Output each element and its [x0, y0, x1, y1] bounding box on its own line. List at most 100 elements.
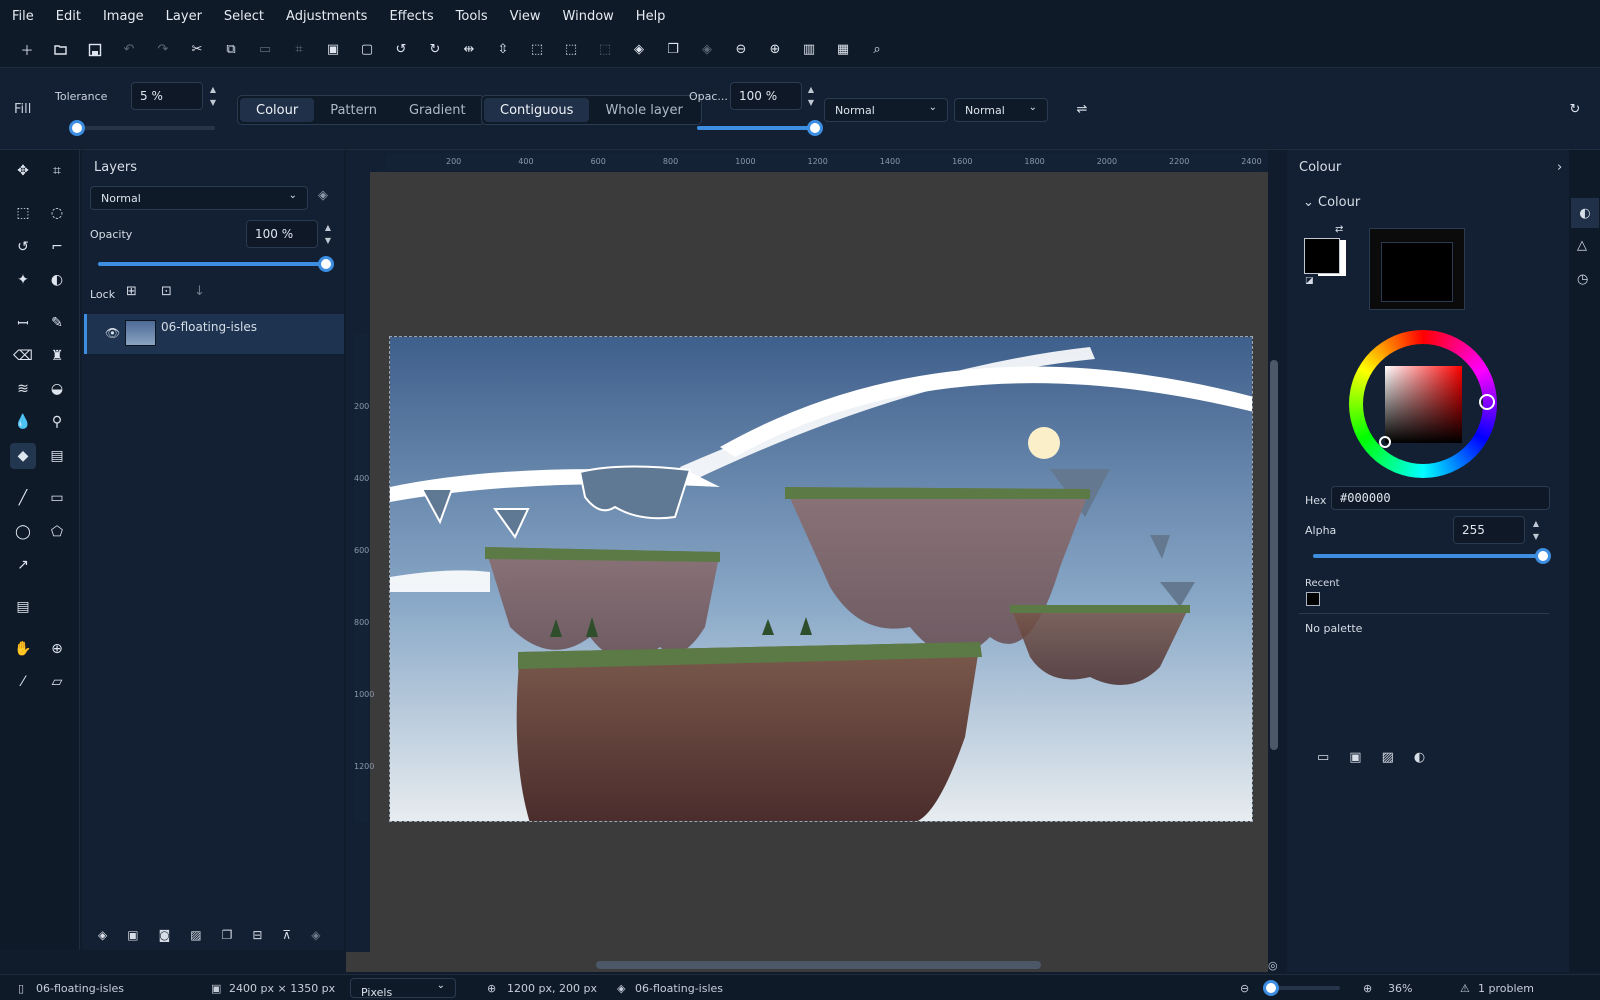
flood-mode-whole-layer[interactable]: Whole layer [589, 98, 698, 122]
colour-picker-icon[interactable]: ⁄ [10, 669, 36, 695]
fill-mode-colour[interactable]: Colour [240, 98, 315, 122]
magic-wand-icon[interactable]: ✦ [10, 267, 36, 293]
alpha-up-icon[interactable]: ▲ [1530, 518, 1542, 530]
tolerance-slider[interactable] [69, 120, 215, 136]
status-problems[interactable]: 1 problem [1478, 982, 1534, 995]
text-tool-icon[interactable]: ▤ [10, 594, 36, 620]
blend-mode-dropdown[interactable]: Normal ⌄ [824, 98, 948, 122]
copy-icon[interactable]: ⧉ [220, 39, 242, 61]
opacity-slider[interactable] [697, 120, 823, 136]
canvas-corner-icon[interactable]: ◎ [1268, 959, 1278, 972]
layer-row[interactable]: 👁 06-floating-isles [84, 314, 344, 354]
rotate-cw-icon[interactable]: ↻ [424, 39, 446, 61]
saturation-value-square[interactable] [1385, 366, 1462, 443]
deselect-icon[interactable]: ⬚ [560, 39, 582, 61]
flatten-icon[interactable]: ⊼ [282, 928, 291, 942]
menu-adjustments[interactable]: Adjustments [286, 9, 367, 24]
menu-layer[interactable]: Layer [166, 9, 202, 24]
fill-mode-gradient[interactable]: Gradient [393, 98, 482, 122]
brush-icon[interactable]: ꟷ [10, 310, 36, 336]
image-canvas[interactable] [389, 336, 1253, 822]
smudge-icon[interactable]: ≋ [10, 376, 36, 402]
tolerance-input[interactable]: 5 % [131, 82, 203, 110]
layer-opacity-slider[interactable] [98, 256, 334, 272]
tolerance-up-icon[interactable]: ▲ [207, 84, 219, 96]
reset-icon[interactable]: ↻ [1564, 98, 1586, 120]
blur-icon[interactable]: 💧 [10, 409, 36, 435]
heal-icon[interactable]: ◒ [44, 376, 70, 402]
menu-window[interactable]: Window [563, 9, 614, 24]
dodge-icon[interactable]: ⚲ [44, 409, 70, 435]
hex-input[interactable]: #000000 [1331, 486, 1550, 510]
lasso-select-icon[interactable]: ◌ [44, 200, 70, 226]
alpha-down-icon[interactable]: ▼ [1530, 531, 1542, 543]
lock-pixels-icon[interactable]: ⊞ [126, 284, 137, 299]
fill-mode-pattern[interactable]: Pattern [314, 98, 393, 122]
actual-size-icon[interactable]: ▥ [798, 39, 820, 61]
zoom-out-icon[interactable]: ⊖ [730, 39, 752, 61]
colour-section-header[interactable]: ⌄ Colour [1303, 195, 1360, 210]
zoom-out-status-icon[interactable]: ⊖ [1240, 982, 1249, 995]
layer-duplicate-icon[interactable]: ❐ [662, 39, 684, 61]
resize-canvas-icon[interactable]: ▢ [356, 39, 378, 61]
layer-merge-icon[interactable]: ◈ [696, 39, 718, 61]
alpha-input[interactable]: 255 [1453, 516, 1525, 544]
adjustments-tab-icon[interactable]: △ [1577, 238, 1587, 253]
add-mask-icon[interactable]: ◙ [159, 928, 171, 942]
palette-from-image-icon[interactable]: ▨ [1382, 750, 1394, 765]
tolerance-down-icon[interactable]: ▼ [207, 97, 219, 109]
warning-icon[interactable]: ⚠ [1460, 982, 1470, 995]
colour-select-icon[interactable]: ◐ [44, 267, 70, 293]
crop-tool-icon[interactable]: ⌗ [44, 158, 70, 184]
fill-bucket-icon[interactable]: ◆ [10, 443, 36, 469]
colour-handle[interactable] [1379, 436, 1391, 448]
paste-icon[interactable]: ▭ [254, 39, 276, 61]
add-group-icon[interactable]: ▣ [127, 928, 138, 942]
menu-image[interactable]: Image [103, 9, 144, 24]
eraser-icon[interactable]: ⌫ [10, 343, 36, 369]
open-icon[interactable] [50, 39, 72, 61]
menu-help[interactable]: Help [636, 9, 666, 24]
undo-icon[interactable]: ↶ [118, 39, 140, 61]
vertical-scrollbar[interactable] [1270, 360, 1278, 750]
lock-position-icon[interactable]: ↓ [194, 284, 205, 299]
zoom-slider[interactable] [1263, 980, 1340, 996]
opacity-input[interactable]: 100 % [730, 82, 802, 110]
duplicate-layer-icon[interactable]: ❐ [222, 928, 233, 942]
pan-tool-icon[interactable]: ✋ [10, 636, 36, 662]
zoom-in-icon[interactable]: ⊕ [764, 39, 786, 61]
menu-edit[interactable]: Edit [56, 9, 81, 24]
tolerance-slider-knob[interactable] [69, 120, 86, 136]
primary-colour-swatch[interactable] [1304, 238, 1340, 274]
search-icon[interactable]: ⌕ [866, 39, 888, 61]
horizontal-scrollbar[interactable] [596, 961, 1041, 969]
rect-select-icon[interactable]: ⬚ [10, 200, 36, 226]
crop-selection-icon[interactable]: ⌗ [288, 39, 310, 61]
hue-handle[interactable] [1479, 394, 1495, 410]
flood-mode-contiguous[interactable]: Contiguous [484, 98, 590, 122]
swap-colours-icon[interactable]: ⇄ [1335, 224, 1343, 235]
new-icon[interactable]: ＋ [16, 39, 38, 61]
flip-horizontal-icon[interactable]: ⇹ [458, 39, 480, 61]
rotate-ccw-icon[interactable]: ↺ [390, 39, 412, 61]
pencil-icon[interactable]: ✎ [44, 310, 70, 336]
history-tab-icon[interactable]: ◷ [1577, 272, 1588, 287]
alpha-slider-knob[interactable] [1535, 548, 1551, 564]
select-all-icon[interactable]: ⬚ [526, 39, 548, 61]
free-select-icon[interactable]: ↺ [10, 234, 36, 260]
open-palette-icon[interactable]: ▭ [1317, 750, 1329, 765]
opacity-slider-knob[interactable] [807, 120, 823, 136]
palette-icon[interactable]: ◐ [1414, 750, 1425, 765]
layer-opacity-up-icon[interactable]: ▲ [322, 222, 334, 234]
colour-tab-icon[interactable]: ◐ [1571, 198, 1599, 228]
recent-colour-swatch[interactable] [1306, 592, 1320, 606]
menu-effects[interactable]: Effects [389, 9, 433, 24]
invert-selection-icon[interactable]: ⬚ [594, 39, 616, 61]
units-dropdown[interactable]: Pixels ⌄ [350, 978, 456, 999]
line-tool-icon[interactable]: ╱ [10, 485, 36, 511]
layer-opacity-knob[interactable] [318, 256, 334, 272]
save-icon[interactable] [84, 39, 106, 61]
polygon-tool-icon[interactable]: ⬠ [44, 519, 70, 545]
zoom-slider-knob[interactable] [1263, 980, 1280, 996]
menu-file[interactable]: File [12, 9, 34, 24]
